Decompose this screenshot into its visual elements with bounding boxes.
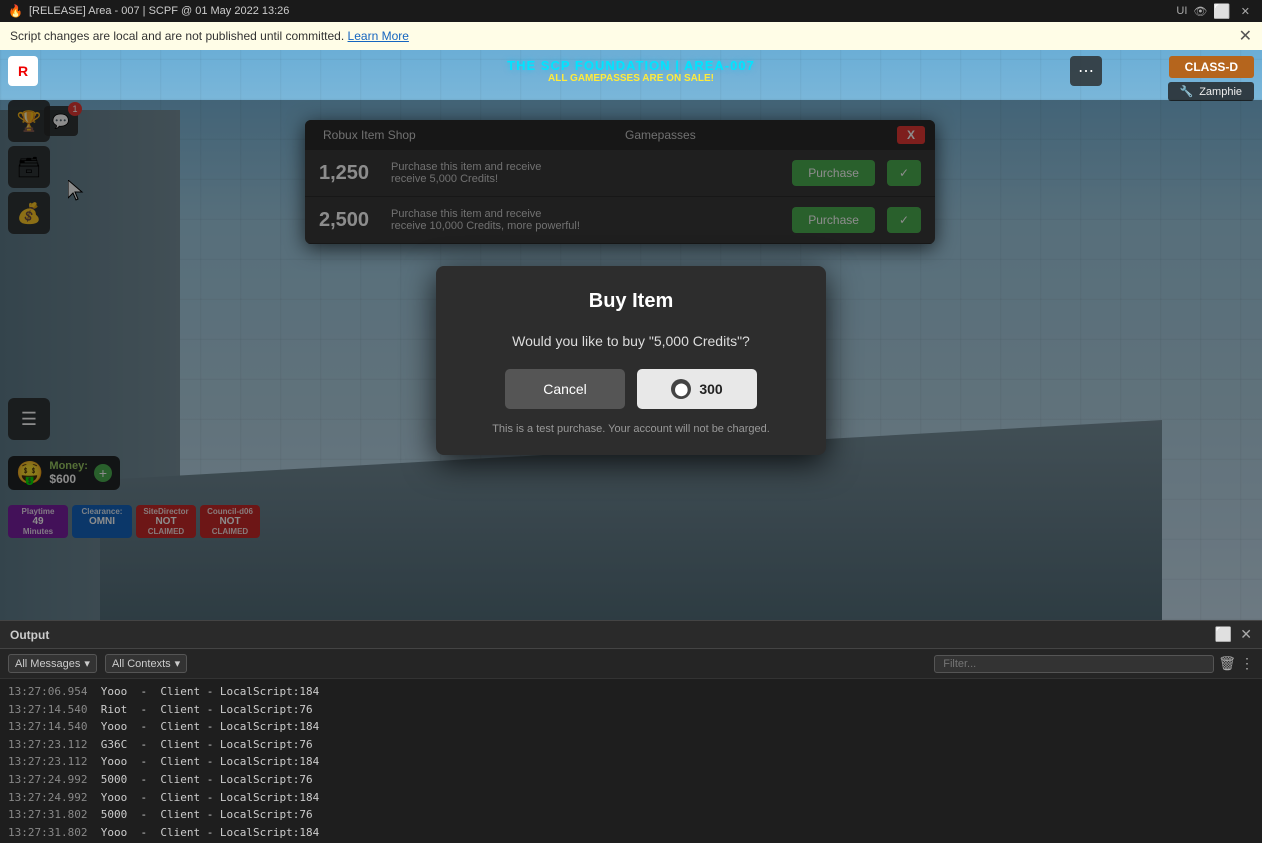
player-name-text: Zamphie <box>1199 86 1242 98</box>
output-panel: Output ⬜ ✕ All Messages ▾ All Contexts ▾… <box>0 620 1262 843</box>
output-title: Output <box>10 628 49 642</box>
player-name-bar: 🔧 Zamphie <box>1168 82 1255 101</box>
dots-icon: ⋯ <box>1078 61 1094 81</box>
buy-dialog-buttons: Cancel ⬤ 300 <box>464 369 798 409</box>
game-viewport: THE SCP FOUNDATION | AREA-007 ALL GAMEPA… <box>0 50 1262 620</box>
log-line: 13:27:23.112 Yooo - Client - LocalScript… <box>8 753 1254 771</box>
buy-dialog-overlay: Buy Item Would you like to buy "5,000 Cr… <box>0 100 1262 620</box>
all-messages-arrow: ▾ <box>84 657 90 670</box>
output-expand-button[interactable]: ⬜ <box>1215 626 1232 643</box>
filter-input[interactable] <box>934 655 1214 673</box>
filter-area: 🗑 ⋮ <box>934 655 1254 673</box>
log-line: 13:27:24.992 5000 - Client - LocalScript… <box>8 771 1254 789</box>
log-line: 13:27:24.992 Yooo - Client - LocalScript… <box>8 789 1254 807</box>
announcement-close-button[interactable]: ✕ <box>1239 26 1252 46</box>
all-messages-dropdown[interactable]: All Messages ▾ <box>8 654 97 673</box>
clear-filter-icon[interactable]: 🗑 <box>1218 655 1236 672</box>
all-contexts-label: All Contexts <box>112 658 171 670</box>
output-header: Output ⬜ ✕ <box>0 621 1262 649</box>
log-line: 13:27:14.540 Yooo - Client - LocalScript… <box>8 718 1254 736</box>
maximize-icon[interactable]: ⬜ <box>1213 3 1230 20</box>
chat-button[interactable]: ⋯ <box>1070 56 1102 86</box>
all-messages-label: All Messages <box>15 658 80 670</box>
robux-icon: ⬤ <box>671 379 691 399</box>
topbar-close-button[interactable]: ✕ <box>1237 5 1254 18</box>
class-badge: CLASS-D <box>1169 56 1254 78</box>
buy-dialog-question: Would you like to buy "5,000 Credits"? <box>464 333 798 349</box>
learn-more-link[interactable]: Learn More <box>348 29 409 43</box>
log-line: 13:27:14.540 Riot - Client - LocalScript… <box>8 701 1254 719</box>
ui-label: UI <box>1176 5 1187 17</box>
announcement-text: Script changes are local and are not pub… <box>10 29 344 43</box>
wrench-icon: 🔧 <box>1180 85 1194 98</box>
studio-topbar: 🔥 [RELEASE] Area - 007 | SCPF @ 01 May 2… <box>0 0 1262 22</box>
buy-dialog: Buy Item Would you like to buy "5,000 Cr… <box>436 266 826 455</box>
all-contexts-arrow: ▾ <box>175 657 181 670</box>
all-contexts-dropdown[interactable]: All Contexts ▾ <box>105 654 187 673</box>
log-line: 13:27:06.954 Yooo - Client - LocalScript… <box>8 683 1254 701</box>
announcement-bar: Script changes are local and are not pub… <box>0 22 1262 50</box>
confirm-price-label: 300 <box>699 381 722 397</box>
output-log: 13:27:06.954 Yooo - Client - LocalScript… <box>0 679 1262 843</box>
output-close-button[interactable]: ✕ <box>1240 626 1252 643</box>
log-line: 13:27:23.112 G36C - Client - LocalScript… <box>8 736 1254 754</box>
confirm-purchase-button[interactable]: ⬤ 300 <box>637 369 757 409</box>
roblox-logo-button[interactable]: R <box>8 56 38 86</box>
buy-dialog-title: Buy Item <box>464 290 798 313</box>
eye-icon[interactable]: 👁 <box>1193 5 1207 18</box>
roblox-logo-icon: R <box>18 63 28 79</box>
log-line: 13:27:31.802 Yooo - Client - LocalScript… <box>8 824 1254 842</box>
buy-dialog-note: This is a test purchase. Your account wi… <box>464 423 798 435</box>
cancel-button[interactable]: Cancel <box>505 369 625 409</box>
filter-options-icon[interactable]: ⋮ <box>1240 655 1254 672</box>
studio-title: [RELEASE] Area - 007 | SCPF @ 01 May 202… <box>29 5 1170 17</box>
output-toolbar: All Messages ▾ All Contexts ▾ 🗑 ⋮ <box>0 649 1262 679</box>
flame-icon: 🔥 <box>8 4 23 18</box>
log-line: 13:27:31.802 5000 - Client - LocalScript… <box>8 806 1254 824</box>
